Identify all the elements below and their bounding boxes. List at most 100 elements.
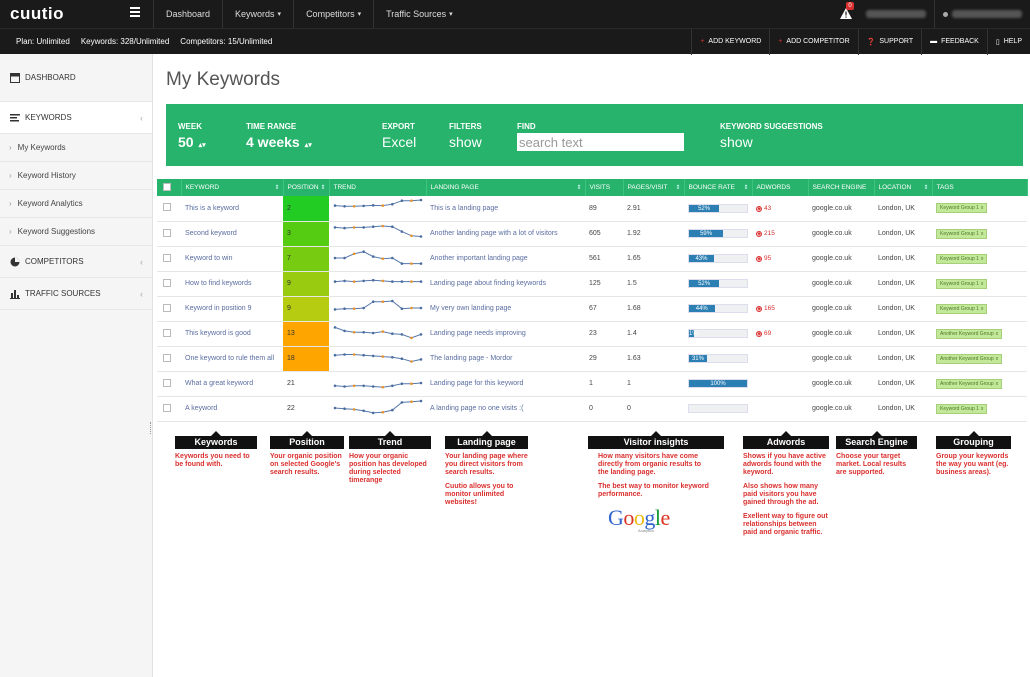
remove-tag-icon[interactable]: x: [981, 281, 984, 287]
landing-page-cell[interactable]: Another landing page with a lot of visit…: [426, 221, 585, 246]
adwords-indicator[interactable]: ◉ 165: [756, 305, 775, 312]
tag-badge[interactable]: Keyword Group 1x: [936, 278, 988, 289]
support-button[interactable]: ❓ SUPPORT: [857, 28, 921, 55]
landing-page-cell[interactable]: Landing page about finding keywords: [426, 271, 585, 296]
landing-page-cell[interactable]: The landing page - Mordor: [426, 346, 585, 371]
nav-traffic-sources[interactable]: Traffic Sources ▾: [373, 0, 465, 28]
nav-dashboard[interactable]: Dashboard: [153, 0, 222, 28]
landing-page-cell[interactable]: Another important landing page: [426, 246, 585, 271]
table-row[interactable]: One keyword to rule them all 18 The land…: [157, 346, 1027, 371]
column-header-visits[interactable]: VISITS: [585, 179, 624, 196]
table-row[interactable]: Keyword in position 9 9 My very own land…: [157, 296, 1027, 321]
keyword-cell[interactable]: How to find keywords: [181, 271, 283, 296]
tag-badge[interactable]: Keyword Group 1x: [936, 253, 988, 264]
column-header-location[interactable]: LOCATION ⇕: [874, 179, 933, 196]
adwords-indicator[interactable]: ◉ 95: [756, 255, 771, 262]
remove-tag-icon[interactable]: x: [996, 331, 999, 337]
sidebar-item-keywords[interactable]: KEYWORDS ‹: [0, 102, 152, 134]
column-header-position[interactable]: POSITION ⇕: [283, 179, 330, 196]
landing-page-cell[interactable]: Landing page needs improving: [426, 321, 585, 346]
column-header-tags[interactable]: TAGS: [932, 179, 1028, 196]
sidebar-item-keyword-suggestions[interactable]: › Keyword Suggestions: [0, 218, 152, 246]
nav-keywords[interactable]: Keywords ▾: [222, 0, 293, 28]
keyword-cell[interactable]: A keyword: [181, 396, 283, 421]
sidebar-item-traffic-sources[interactable]: TRAFFIC SOURCES ‹: [0, 278, 152, 310]
keyword-cell[interactable]: Second keyword: [181, 221, 283, 246]
select-all-header[interactable]: [157, 179, 182, 196]
row-checkbox[interactable]: [163, 378, 171, 387]
remove-tag-icon[interactable]: x: [996, 356, 999, 362]
remove-tag-icon[interactable]: x: [981, 306, 984, 312]
add-competitor-button[interactable]: + ADD COMPETITOR: [769, 28, 857, 55]
landing-page-cell[interactable]: A landing page no one visits :(: [426, 396, 585, 421]
keyword-cell[interactable]: Keyword in position 9: [181, 296, 283, 321]
landing-page-cell[interactable]: This is a landing page: [426, 196, 585, 221]
logo[interactable]: cuutio: [0, 0, 153, 28]
row-checkbox[interactable]: [163, 328, 171, 337]
sidebar-item-my-keywords[interactable]: › My Keywords: [0, 134, 152, 162]
keyword-cell[interactable]: Keyword to win: [181, 246, 283, 271]
account-name-blurred[interactable]: [866, 10, 926, 18]
row-checkbox[interactable]: [163, 403, 171, 412]
row-checkbox[interactable]: [163, 278, 171, 287]
keyword-cell[interactable]: This keyword is good: [181, 321, 283, 346]
menu-toggle-icon[interactable]: [130, 7, 140, 17]
column-header-pages-visit[interactable]: PAGES/VISIT ⇕: [623, 179, 685, 196]
alert-icon[interactable]: 0: [840, 2, 854, 20]
keyword-cell[interactable]: One keyword to rule them all: [181, 346, 283, 371]
help-button[interactable]: ▯ HELP: [986, 28, 1030, 55]
export-control[interactable]: EXPORT Excel: [382, 122, 416, 150]
table-row[interactable]: This is a keyword 2 This is a landing pa…: [157, 196, 1027, 221]
tag-badge[interactable]: Keyword Group 1x: [936, 228, 988, 239]
remove-tag-icon[interactable]: x: [981, 231, 984, 237]
landing-page-cell[interactable]: Landing page for this keyword: [426, 371, 585, 396]
row-checkbox[interactable]: [163, 303, 171, 312]
add-keyword-button[interactable]: + ADD KEYWORD: [691, 28, 769, 55]
nav-competitors[interactable]: Competitors ▾: [293, 0, 373, 28]
tag-badge[interactable]: Keyword Group 1x: [936, 403, 988, 414]
column-header-trend[interactable]: TREND: [329, 179, 427, 196]
tag-badge[interactable]: Keyword Group 1x: [936, 303, 988, 314]
tag-badge[interactable]: Another Keyword Group x: [936, 378, 1003, 389]
row-checkbox[interactable]: [163, 353, 171, 362]
sidebar-item-competitors[interactable]: COMPETITORS ‹: [0, 246, 152, 278]
adwords-indicator[interactable]: ◉ 69: [756, 330, 771, 337]
column-header-search-engine[interactable]: SEARCH ENGINE: [808, 179, 875, 196]
filters-toggle[interactable]: FILTERS show: [449, 122, 482, 150]
table-row[interactable]: What a great keyword 21 Landing page for…: [157, 371, 1027, 396]
keyword-cell[interactable]: What a great keyword: [181, 371, 283, 396]
adwords-indicator[interactable]: ◉ 215: [756, 230, 775, 237]
time-range-filter[interactable]: TIME RANGE 4 weeks ▴▾: [246, 122, 312, 150]
sidebar-item-keyword-history[interactable]: › Keyword History: [0, 162, 152, 190]
column-header-keyword[interactable]: KEYWORD ⇕: [181, 179, 284, 196]
remove-tag-icon[interactable]: x: [981, 256, 984, 262]
week-filter[interactable]: WEEK 50 ▴▾: [178, 122, 206, 150]
feedback-button[interactable]: ▬ FEEDBACK: [921, 28, 987, 55]
landing-page-cell[interactable]: My very own landing page: [426, 296, 585, 321]
sidebar-item-dashboard[interactable]: DASHBOARD: [0, 54, 152, 102]
tag-badge[interactable]: Keyword Group 1x: [936, 203, 988, 214]
row-checkbox[interactable]: [163, 203, 171, 212]
table-row[interactable]: This keyword is good 13 Landing page nee…: [157, 321, 1027, 346]
table-row[interactable]: Keyword to win 7 Another important landi…: [157, 246, 1027, 271]
row-checkbox[interactable]: [163, 228, 171, 237]
remove-tag-icon[interactable]: x: [996, 381, 999, 387]
table-row[interactable]: How to find keywords 9 Landing page abou…: [157, 271, 1027, 296]
tag-badge[interactable]: Another Keyword Group x: [936, 353, 1003, 364]
select-all-checkbox[interactable]: [163, 182, 171, 191]
column-header-bounce-rate[interactable]: BOUNCE RATE ⇕: [684, 179, 753, 196]
remove-tag-icon[interactable]: x: [981, 205, 984, 211]
row-checkbox[interactable]: [163, 253, 171, 262]
search-input[interactable]: [517, 133, 684, 151]
column-header-adwords[interactable]: ADWORDS: [752, 179, 809, 196]
table-row[interactable]: A keyword 22 A landing page no one visit…: [157, 396, 1027, 421]
sidebar-item-keyword-analytics[interactable]: › Keyword Analytics: [0, 190, 152, 218]
remove-tag-icon[interactable]: x: [981, 406, 984, 412]
keyword-cell[interactable]: This is a keyword: [181, 196, 283, 221]
adwords-indicator[interactable]: ◉ 43: [756, 205, 771, 212]
user-email-blurred[interactable]: [952, 10, 1022, 18]
table-row[interactable]: Second keyword 3 Another landing page wi…: [157, 221, 1027, 246]
keyword-suggestions-toggle[interactable]: KEYWORD SUGGESTIONS show: [720, 122, 823, 150]
tag-badge[interactable]: Another Keyword Group x: [936, 328, 1003, 339]
column-header-landing-page[interactable]: LANDING PAGE ⇕: [426, 179, 586, 196]
